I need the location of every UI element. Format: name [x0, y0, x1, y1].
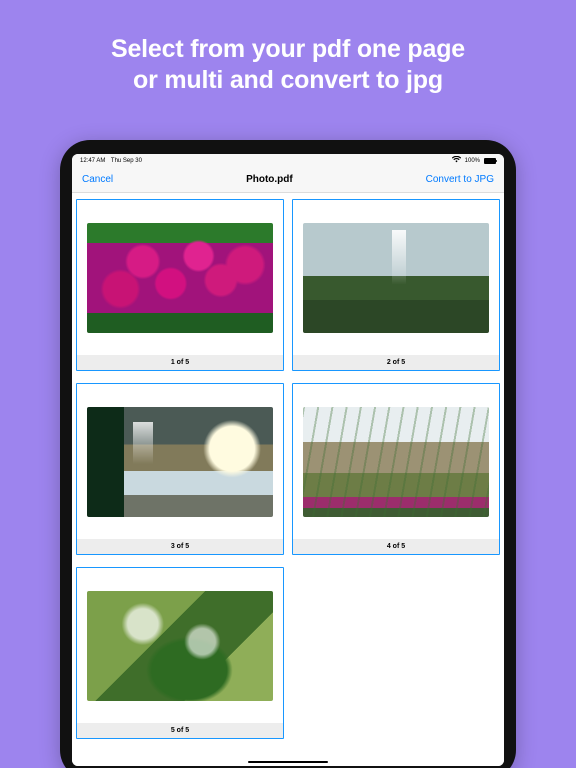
convert-button[interactable]: Convert to JPG — [426, 174, 494, 185]
page-thumbnail-2[interactable]: 2 of 5 — [292, 199, 500, 371]
headline-line1: Select from your pdf one page — [111, 35, 465, 63]
document-title: Photo.pdf — [246, 174, 293, 185]
status-time: 12:47 AM — [80, 158, 105, 164]
battery-percent: 100% — [465, 158, 480, 164]
status-right: 100% — [452, 156, 496, 165]
thumb-wrap — [293, 384, 499, 539]
page-label: 3 of 5 — [77, 539, 283, 554]
page-label: 4 of 5 — [293, 539, 499, 554]
battery-icon — [484, 158, 496, 164]
status-date: Thu Sep 30 — [111, 158, 142, 164]
home-indicator — [248, 761, 328, 764]
page-preview-image — [87, 223, 273, 333]
page-thumbnail-1[interactable]: 1 of 5 — [76, 199, 284, 371]
thumb-wrap — [293, 200, 499, 355]
page-thumbnail-4[interactable]: 4 of 5 — [292, 383, 500, 555]
page-label: 5 of 5 — [77, 723, 283, 738]
status-left: 12:47 AM Thu Sep 30 — [80, 158, 146, 164]
cancel-button[interactable]: Cancel — [82, 174, 113, 185]
promo-headline: Select from your pdf one page or multi a… — [0, 0, 576, 95]
page-preview-image — [303, 223, 489, 333]
page-label: 1 of 5 — [77, 355, 283, 370]
thumb-wrap — [77, 200, 283, 355]
headline-line2: or multi and convert to jpg — [133, 66, 443, 94]
device-screen: 12:47 AM Thu Sep 30 100% Cancel Photo.pd… — [72, 154, 504, 766]
page-preview-image — [87, 591, 273, 701]
nav-bar: Cancel Photo.pdf Convert to JPG — [72, 167, 504, 193]
page-preview-image — [303, 407, 489, 517]
thumb-wrap — [77, 568, 283, 723]
page-preview-image — [87, 407, 273, 517]
page-grid: 1 of 5 2 of 5 3 of 5 — [76, 199, 500, 739]
wifi-icon — [452, 156, 461, 165]
page-thumbnail-3[interactable]: 3 of 5 — [76, 383, 284, 555]
page-thumbnail-5[interactable]: 5 of 5 — [76, 567, 284, 739]
thumb-wrap — [77, 384, 283, 539]
page-label: 2 of 5 — [293, 355, 499, 370]
page-grid-container: 1 of 5 2 of 5 3 of 5 — [72, 193, 504, 766]
tablet-frame: 12:47 AM Thu Sep 30 100% Cancel Photo.pd… — [60, 140, 516, 768]
status-bar: 12:47 AM Thu Sep 30 100% — [72, 154, 504, 167]
